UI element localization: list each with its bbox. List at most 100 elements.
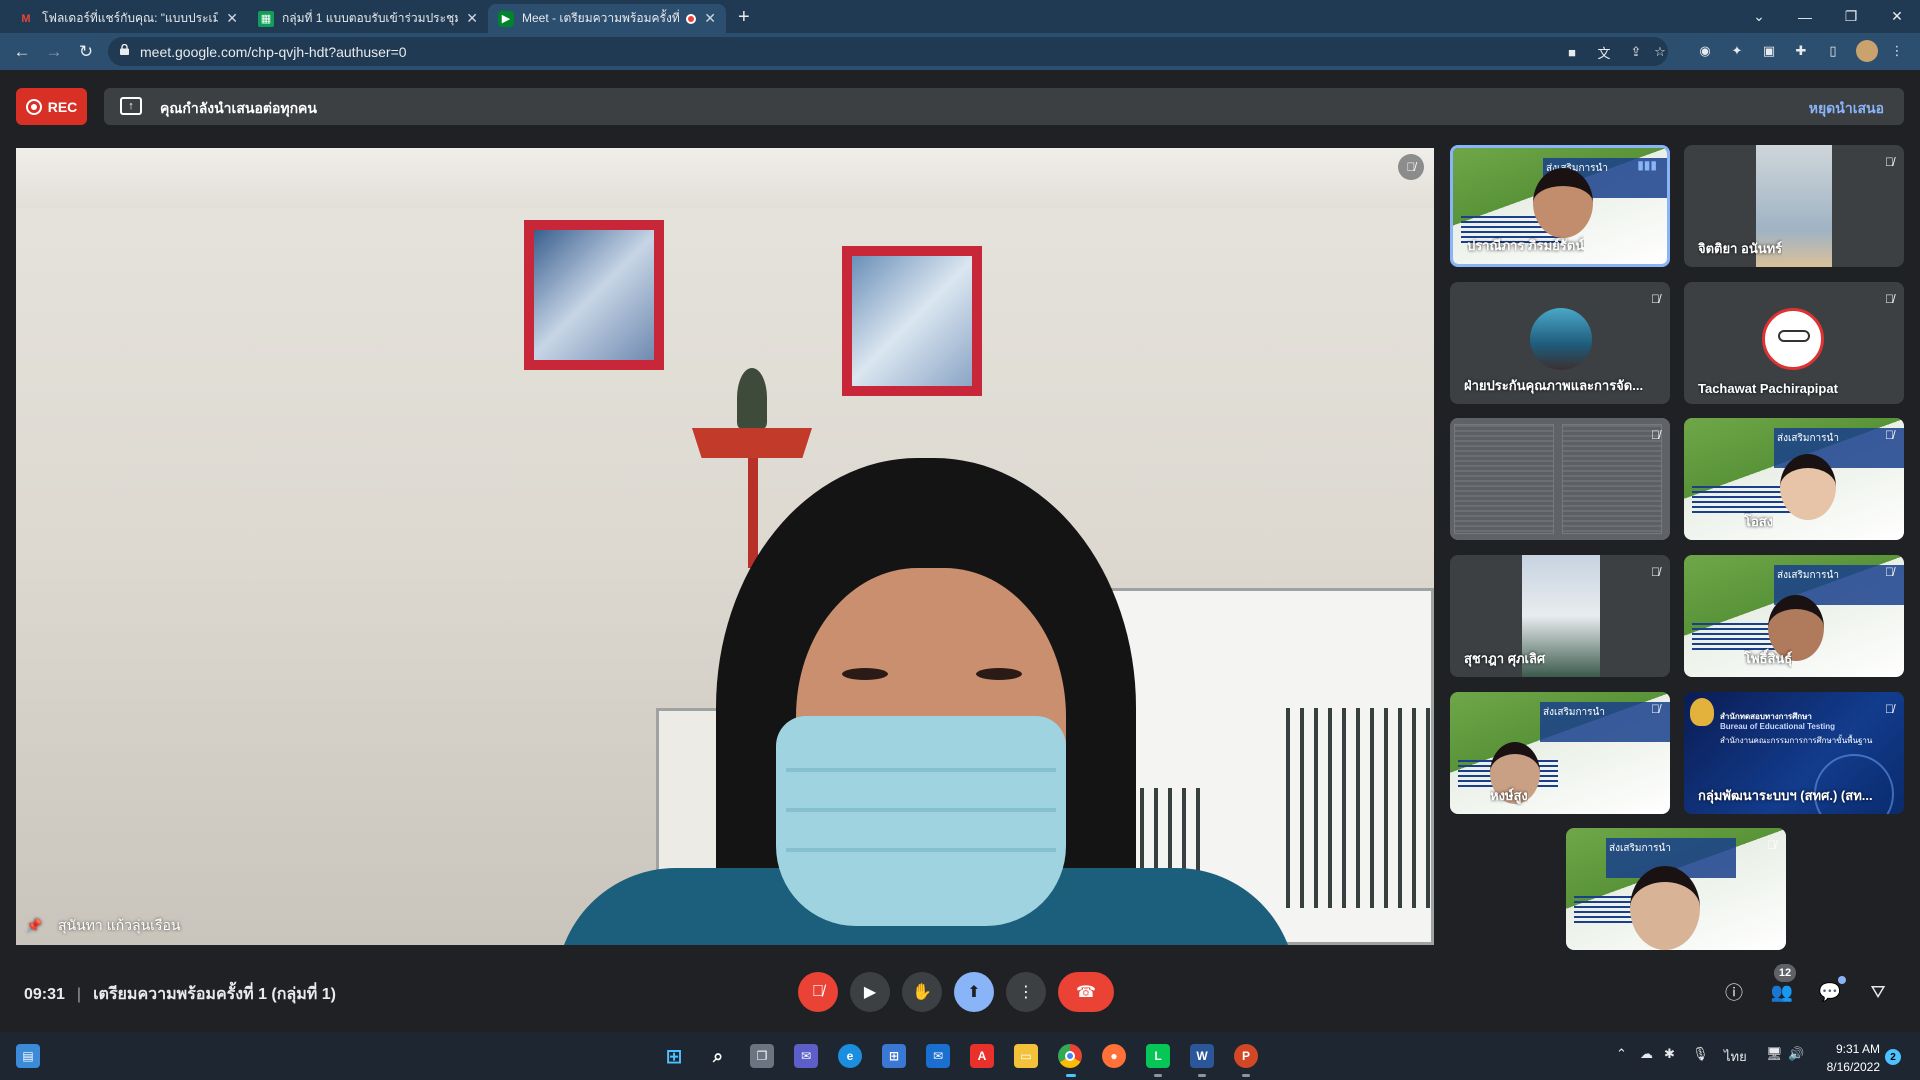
edge-icon[interactable]: e	[838, 1044, 862, 1068]
tab-sheets[interactable]: ▦ กลุ่มที่ 1 แบบตอบรับเข้าร่วมประชุมฯ ✕	[248, 4, 488, 33]
record-icon	[25, 98, 42, 115]
participant-tile[interactable]: ส่งเสริมการนำ 🎙̸ โอสง	[1684, 418, 1904, 540]
app-indicator	[1242, 1074, 1250, 1077]
participant-tile[interactable]: ส่งเสริมการนำ 🎙̸ หงษ์สูง	[1450, 692, 1670, 814]
leave-call-button[interactable]: ☎	[1058, 972, 1114, 1012]
tab-search-icon[interactable]: ⌄	[1736, 0, 1782, 33]
tab-gmail[interactable]: M โฟลเดอร์ที่แชร์กับคุณ: "แบบประเมิน ✕	[8, 4, 248, 33]
activities-icon: ⛛	[1870, 981, 1886, 1002]
mail-icon[interactable]: ✉	[926, 1044, 950, 1068]
mask-fold	[786, 768, 1056, 772]
camera-icon[interactable]: ■	[1564, 44, 1580, 60]
main-speaker-name: สุนันทา แก้วลุ่นเรือน	[58, 917, 181, 933]
store-icon[interactable]: ⊞	[882, 1044, 906, 1068]
activities-button[interactable]: ⛛	[1864, 978, 1892, 1006]
participant-name: ฝ่ายประกันคุณภาพและการจัด...	[1464, 378, 1644, 393]
participant-name: Tachawat Pachirapipat	[1698, 381, 1838, 396]
raise-hand-button[interactable]: ✋	[902, 972, 942, 1012]
chrome-icon[interactable]	[1058, 1044, 1082, 1068]
pin-icon[interactable]: 📌	[26, 918, 42, 934]
close-icon[interactable]: ✕	[466, 10, 478, 27]
teams-chat-icon[interactable]: ✉	[794, 1044, 818, 1068]
notification-badge[interactable]: 2	[1885, 1049, 1901, 1065]
restore-button[interactable]: ❐	[1828, 0, 1874, 33]
mic-off-icon: 🎙̸	[1885, 702, 1894, 716]
participant-name: กลุ่มพัฒนาระบบฯ (สทศ.) (สท...	[1698, 788, 1873, 803]
main-speaker-video[interactable]: 🎙̸ 📌 สุนันทา แก้วลุ่นเรือน	[16, 148, 1434, 945]
microphone-icon[interactable]: 🎙	[1692, 1046, 1709, 1062]
chevron-up-icon[interactable]: ⌃	[1616, 1046, 1627, 1062]
profile-avatar[interactable]	[1856, 40, 1878, 62]
participant-tile[interactable]: ส่งเสริมการนำ 🎙̸	[1566, 828, 1786, 950]
extensions-icon[interactable]: ✚	[1792, 42, 1810, 60]
word-icon[interactable]: W	[1190, 1044, 1214, 1068]
system-clock[interactable]: 9:31 AM 8/16/2022	[1808, 1040, 1880, 1076]
firefox-icon[interactable]: ●	[1102, 1044, 1126, 1068]
presenting-message: คุณกำลังนำเสนอต่อทุกคน	[160, 100, 317, 116]
participant-tile[interactable]: 🎙̸ สุชาฎา ศุภเลิศ	[1450, 555, 1670, 677]
avatar-glasses	[1778, 330, 1810, 342]
mic-off-icon: 🎙̸	[1767, 838, 1776, 852]
extension-screen-icon[interactable]: ▣	[1760, 42, 1778, 60]
meeting-info: 09:31 | เตรียมความพร้อมครั้งที่ 1 (กลุ่ม…	[24, 982, 336, 1007]
close-icon[interactable]: ✕	[226, 10, 238, 27]
search-icon[interactable]: ⌕	[706, 1044, 730, 1068]
network-icon[interactable]: 🖥	[1766, 1046, 1783, 1062]
tab-title: กลุ่มที่ 1 แบบตอบรับเข้าร่วมประชุมฯ	[282, 11, 459, 25]
reload-button[interactable]: ↻	[74, 40, 98, 64]
mic-off-icon: 🎙̸	[1398, 154, 1424, 180]
line-icon[interactable]: L	[1146, 1044, 1170, 1068]
recording-badge[interactable]: REC	[16, 88, 87, 125]
present-now-button[interactable]: ⬆	[954, 972, 994, 1012]
people-button[interactable]: 👥	[1768, 978, 1796, 1006]
meeting-details-button[interactable]: ⓘ	[1720, 978, 1748, 1006]
app-indicator	[1198, 1074, 1206, 1077]
tab-meet[interactable]: ▶ Meet - เตรียมความพร้อมครั้งที่ 1 ✕	[488, 4, 726, 33]
participant-tile[interactable]: ส่งเสริมการนำ 🎙̸ โพธิ์สินธุ์	[1684, 555, 1904, 677]
tray-icon[interactable]: ☁	[1640, 1046, 1653, 1062]
close-icon[interactable]: ✕	[704, 10, 716, 27]
gmail-icon: M	[21, 12, 31, 25]
bookmark-star-icon[interactable]: ☆	[1652, 44, 1668, 60]
participant-tile[interactable]: 🎙̸	[1450, 418, 1670, 540]
share-icon[interactable]: ⇪	[1628, 44, 1644, 60]
file-explorer-icon[interactable]: ▭	[1014, 1044, 1038, 1068]
widgets-icon[interactable]: ▤	[16, 1044, 40, 1068]
powerpoint-icon[interactable]: P	[1234, 1044, 1258, 1068]
minimize-button[interactable]: —	[1782, 0, 1828, 33]
stop-presenting-button[interactable]: หยุดนำเสนอ	[1809, 98, 1884, 120]
side-panel-icon[interactable]: ▯	[1824, 42, 1842, 60]
language-indicator[interactable]: ไทย	[1724, 1046, 1747, 1067]
translate-icon[interactable]: 文	[1596, 44, 1612, 61]
new-tab-button[interactable]: +	[738, 6, 750, 29]
pdf-icon[interactable]: A	[970, 1044, 994, 1068]
window-bars	[1286, 708, 1434, 908]
extension-chat-icon[interactable]: ◉	[1696, 42, 1714, 60]
task-view-icon[interactable]: ❐	[750, 1044, 774, 1068]
mic-off-icon: 🎙̸	[812, 983, 824, 1000]
participant-name: จิตติยา อนันทร์	[1698, 241, 1783, 256]
more-options-button[interactable]: ⋮	[1006, 972, 1046, 1012]
participant-tile[interactable]: สำนักทดสอบทางการศึกษา Bureau of Educatio…	[1684, 692, 1904, 814]
tray-icon[interactable]: ✱	[1664, 1046, 1675, 1062]
tab-title: โฟลเดอร์ที่แชร์กับคุณ: "แบบประเมิน	[42, 11, 219, 25]
camera-toggle-button[interactable]: ▶	[850, 972, 890, 1012]
meeting-time: 09:31	[24, 985, 65, 1003]
participant-tile[interactable]: ส่งเสริมการนำ ▮▮▮ ปราณีภาร ภิรมย์รัตน์	[1450, 145, 1670, 267]
mic-toggle-button[interactable]: 🎙̸	[798, 972, 838, 1012]
volume-icon[interactable]: 🔊	[1788, 1046, 1804, 1062]
present-screen-icon: ⬆	[967, 984, 981, 1001]
browser-tab-strip: M โฟลเดอร์ที่แชร์กับคุณ: "แบบประเมิน ✕ ▦…	[0, 0, 1920, 33]
forward-button[interactable]: →	[42, 40, 66, 64]
sheets-icon: ▦	[258, 10, 274, 27]
close-window-button[interactable]: ✕	[1874, 0, 1920, 33]
address-bar[interactable]: meet.google.com/chp-qvjh-hdt?authuser=0 …	[108, 37, 1668, 66]
participant-tile[interactable]: 🎙̸ ฝ่ายประกันคุณภาพและการจัด...	[1450, 282, 1670, 404]
more-vertical-icon: ⋮	[1018, 984, 1034, 1001]
start-icon[interactable]: ⊞	[662, 1044, 686, 1068]
participant-tile[interactable]: 🎙̸ Tachawat Pachirapipat	[1684, 282, 1904, 404]
back-button[interactable]: ←	[10, 40, 34, 64]
participant-tile[interactable]: 🎙̸ จิตติยา อนันทร์	[1684, 145, 1904, 267]
browser-menu-icon[interactable]: ⋮	[1888, 42, 1906, 60]
extension-puzzle-icon[interactable]: ✦	[1728, 42, 1746, 60]
